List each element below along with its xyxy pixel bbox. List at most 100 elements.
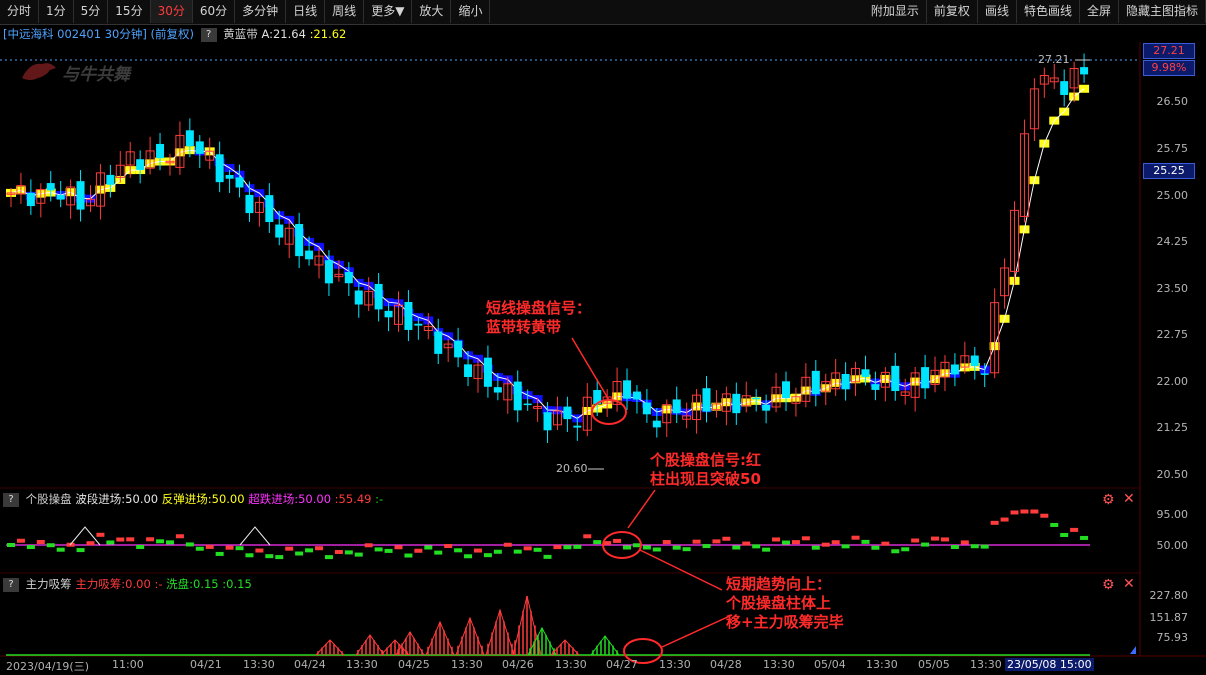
osc-bar (7, 543, 15, 547)
time-tick: 13:30 (451, 658, 483, 671)
osc-bar (980, 544, 989, 549)
osc-bar (334, 549, 343, 554)
osc-bar (36, 539, 45, 544)
osc-bar (126, 537, 135, 542)
gear-icon[interactable]: ⚙ (1102, 577, 1115, 593)
low-price-mark: 20.60 (556, 462, 588, 475)
close-icon[interactable]: ✕ (1123, 576, 1135, 592)
price-tick: 22.00 (1156, 375, 1189, 388)
help-icon[interactable]: ? (3, 492, 19, 507)
candle-body (623, 380, 632, 399)
candle-body (871, 384, 880, 390)
osc-bar (1080, 535, 1089, 540)
candle-body (106, 174, 115, 185)
candle-body (493, 387, 502, 393)
price-tick: 21.25 (1156, 421, 1189, 434)
close-icon[interactable]: ✕ (1123, 491, 1135, 507)
time-tick: 13:30 (243, 658, 275, 671)
osc-bar (16, 538, 25, 543)
osc-bar (613, 538, 622, 543)
osc-bar (116, 537, 125, 542)
osc-bar (1070, 527, 1079, 532)
candle-body (235, 177, 244, 188)
pointer-line (639, 549, 723, 591)
osc-bar (483, 553, 492, 558)
candle-body (543, 412, 552, 431)
candle-body (215, 154, 224, 183)
osc-bar (215, 551, 224, 556)
osc-bar (861, 539, 870, 544)
candle-body (642, 402, 651, 415)
osc-bar (185, 542, 194, 547)
candle-body (950, 364, 959, 375)
time-tick: 04/25 (398, 658, 430, 671)
osc-bar (1040, 513, 1049, 518)
osc-bar (255, 548, 264, 553)
osc-bar (811, 545, 820, 550)
candle-body (573, 425, 582, 428)
osc-bar (652, 547, 661, 552)
limit-price-box: 27.21 (1143, 43, 1195, 59)
candle-body (275, 224, 284, 238)
osc-bar (394, 545, 403, 550)
time-tick: 04/26 (502, 658, 534, 671)
osc-bar (523, 546, 532, 551)
osc-bar (76, 548, 85, 553)
osc-bar (493, 549, 502, 554)
candle-body (156, 143, 165, 159)
osc-bar (573, 544, 582, 549)
candle-body (811, 370, 820, 395)
osc-bar (225, 545, 234, 550)
osc-bar (801, 536, 810, 541)
osc-bar (454, 548, 463, 553)
help-icon[interactable]: ? (3, 577, 19, 592)
osc-bar (891, 549, 900, 554)
annotation-line: 个股操盘信号:红 (650, 451, 761, 469)
osc-bar (940, 537, 949, 542)
price-tick: 25.75 (1156, 142, 1189, 155)
osc-bar (563, 545, 572, 550)
osc-bar (205, 544, 214, 549)
osc-bar (871, 545, 880, 550)
osc-bar (672, 545, 681, 550)
accumulation-value-2: :- (154, 577, 163, 591)
osc-bar (1030, 509, 1039, 514)
candle-body (185, 130, 194, 147)
osc-bar (990, 520, 999, 525)
osc-bar (424, 545, 433, 550)
time-tick: 05/05 (918, 658, 950, 671)
candle-body (483, 357, 492, 387)
candle-body (76, 181, 85, 210)
osc-bar (374, 547, 383, 552)
price-tick: 23.50 (1156, 282, 1189, 295)
price-tick: 26.50 (1156, 95, 1189, 108)
washout-value: 洗盘:0.15 (166, 577, 219, 591)
wave-entry-value: 波段进场:50.00 (75, 492, 159, 506)
annotation-line: 柱出现且突破50 (650, 470, 761, 488)
rebound-entry-value: 反弹进场:50.00 (161, 492, 245, 506)
candle-body (56, 194, 65, 200)
osc-bar (553, 545, 562, 550)
osc-bar (324, 555, 333, 560)
gear-icon[interactable]: ⚙ (1102, 492, 1115, 508)
osc-bar (503, 542, 512, 547)
kline-chart[interactable] (0, 0, 1206, 675)
accum-tick: 227.80 (1149, 589, 1189, 602)
candle-body (295, 224, 304, 257)
high-price-mark: 27.21 (1038, 53, 1070, 66)
osc-bar (742, 541, 751, 546)
collapse-triangle-icon[interactable] (1130, 646, 1136, 654)
time-tick: 04/28 (710, 658, 742, 671)
candle-body (762, 404, 771, 411)
osc-bar (195, 546, 204, 551)
osc-bar (473, 548, 482, 553)
osc-bar (56, 547, 65, 552)
candle-body (891, 365, 900, 392)
osc-bar (315, 546, 324, 551)
candle-body (305, 250, 314, 260)
osc-bar (165, 540, 174, 545)
accumulation-value: 主力吸筹:0.00 (75, 577, 151, 591)
osc-bar (136, 544, 145, 549)
osc-tick: 95.00 (1156, 508, 1189, 521)
candle-body (404, 301, 413, 330)
